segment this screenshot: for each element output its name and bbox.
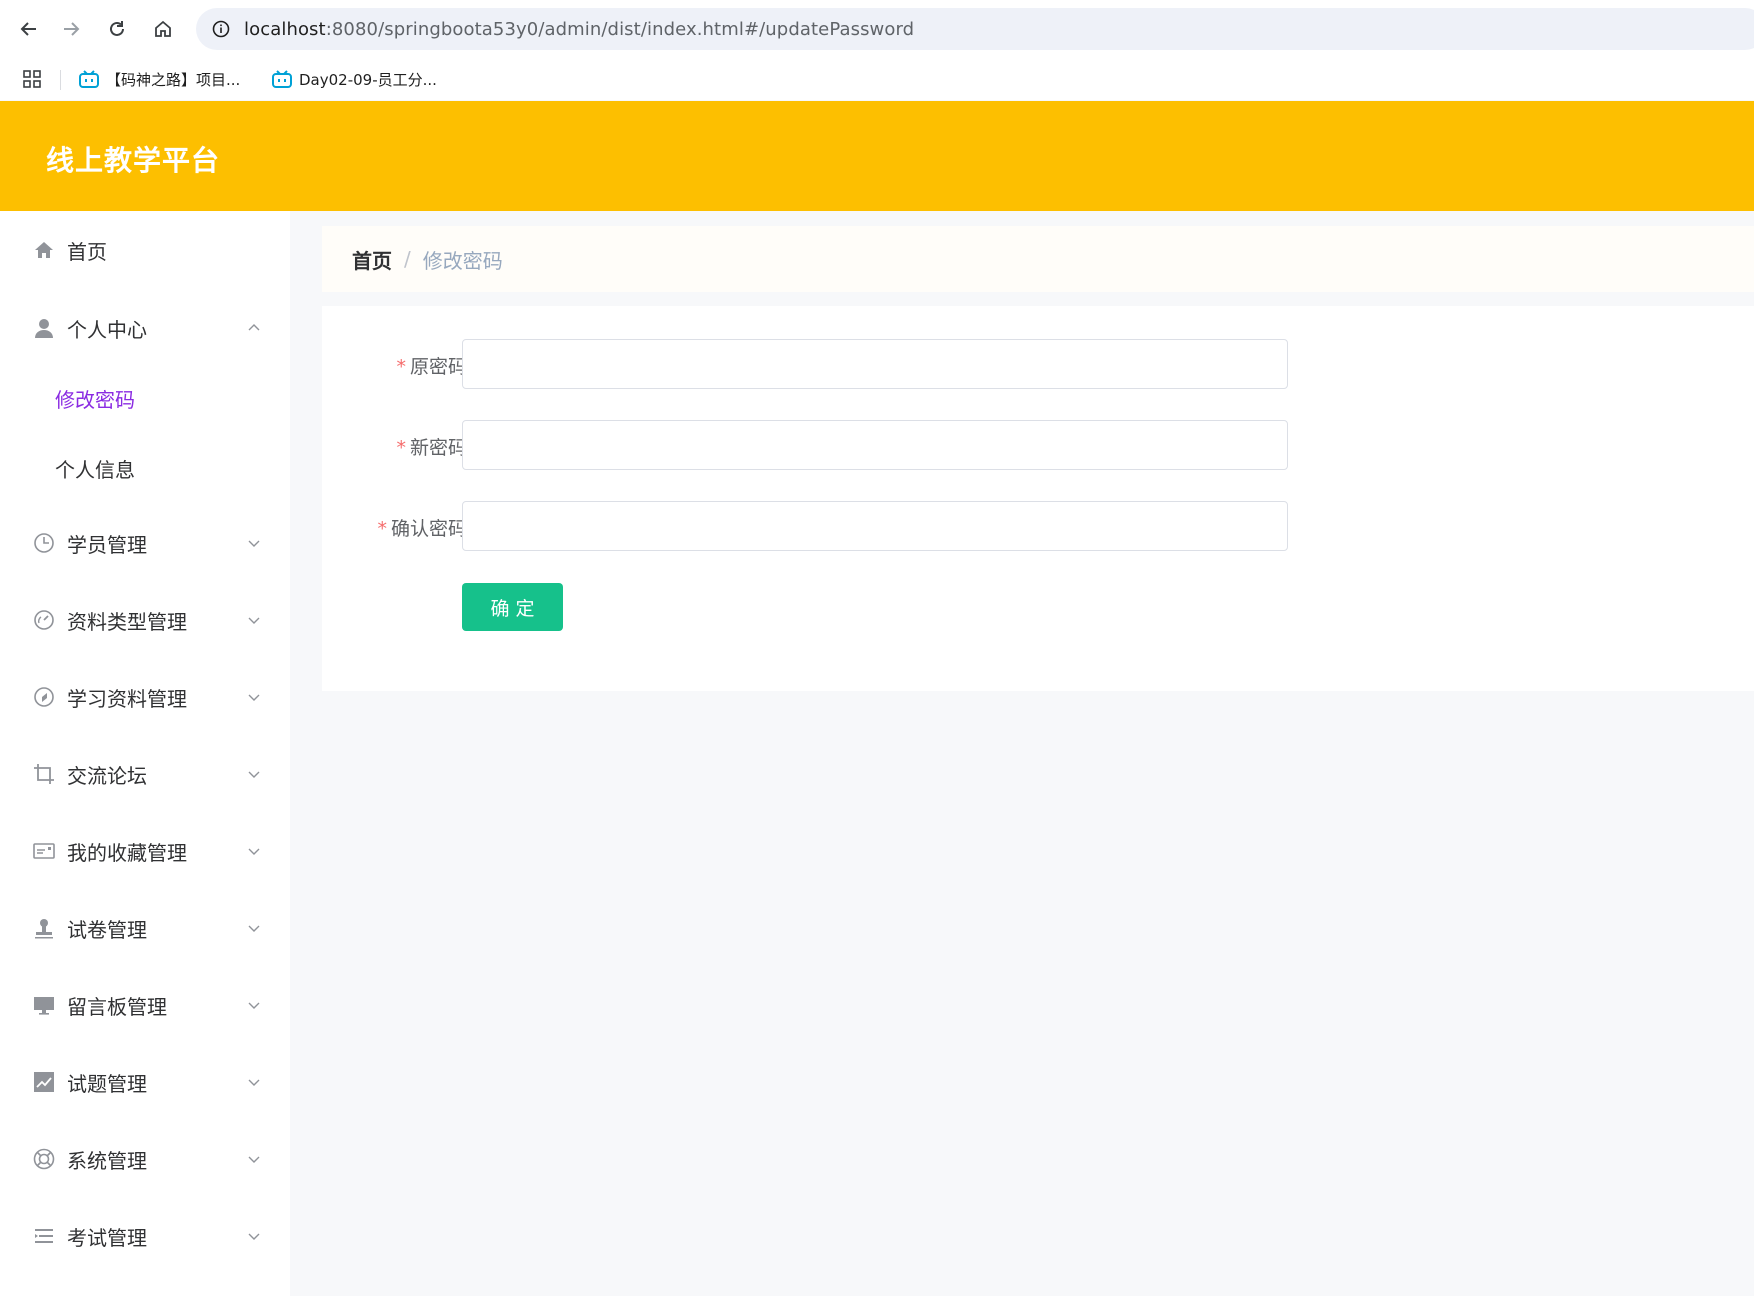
breadcrumb: 首页 / 修改密码 <box>322 226 1754 292</box>
sidebar-item-label: 留言板管理 <box>67 994 167 1019</box>
sidebar-item-system[interactable]: 系统管理 <box>0 1134 290 1184</box>
forward-arrow-icon <box>64 22 80 36</box>
sidebar-item-label: 我的收藏管理 <box>67 840 187 865</box>
sidebar-item-forum[interactable]: 交流论坛 <box>0 749 290 799</box>
sidebar-item-exams[interactable]: 考试管理 <box>0 1211 290 1261</box>
chevron-down-icon <box>248 771 260 778</box>
sidebar-item-label: 试卷管理 <box>67 917 147 942</box>
postcard-icon <box>32 839 56 863</box>
change-password-form: * 原密码 * 新密码 * 确认密码 确定 <box>322 306 1754 691</box>
form-row-old-password: * 原密码 <box>322 339 1754 389</box>
chevron-down-icon <box>248 925 260 932</box>
lifebuoy-icon <box>32 1147 56 1171</box>
bilibili-icon <box>78 69 100 89</box>
new-password-label-text: 新密码 <box>409 437 467 459</box>
required-mark: * <box>396 356 406 378</box>
url-path: :8080/springboota53y0/admin/dist/index.h… <box>325 18 915 40</box>
sidebar-item-material-types[interactable]: 资料类型管理 <box>0 595 290 645</box>
bookmark-2[interactable]: Day02-09-员工分... <box>271 66 437 92</box>
sidebar-item-personal-center[interactable]: 个人中心 <box>0 303 290 353</box>
sidebar-item-students[interactable]: 学员管理 <box>0 518 290 568</box>
back-arrow-icon <box>20 22 36 36</box>
reload-button[interactable] <box>102 14 132 44</box>
required-mark: * <box>396 437 406 459</box>
form-row-new-password: * 新密码 <box>322 420 1754 470</box>
browser-toolbar: localhost:8080/springboota53y0/admin/dis… <box>0 0 1754 58</box>
confirm-password-label-text: 确认密码 <box>390 518 467 540</box>
app-header: 线上教学平台 <box>0 101 1754 211</box>
sidebar-item-learning-materials[interactable]: 学习资料管理 <box>0 672 290 722</box>
bookmark-1-label: 【码神之路】项目... <box>106 70 241 89</box>
confirm-password-label: * 确认密码 <box>377 514 467 541</box>
app-title: 线上教学平台 <box>46 144 221 177</box>
address-bar[interactable]: localhost:8080/springboota53y0/admin/dis… <box>196 8 1754 50</box>
apps-grid-icon <box>23 70 41 88</box>
home-icon <box>32 238 56 262</box>
chevron-down-icon <box>248 617 260 624</box>
sidebar-item-label: 个人中心 <box>67 317 147 342</box>
sidebar-item-home[interactable]: 首页 <box>0 225 290 275</box>
sidebar-item-message-board[interactable]: 留言板管理 <box>0 980 290 1030</box>
breadcrumb-separator: / <box>404 247 411 271</box>
monitor-icon <box>32 993 56 1017</box>
home-button[interactable] <box>148 14 178 44</box>
back-button[interactable] <box>14 14 44 44</box>
chevron-down-icon <box>248 848 260 855</box>
sidebar-item-label: 试题管理 <box>67 1071 147 1096</box>
chevron-down-icon <box>248 1079 260 1086</box>
sidebar: 首页 个人中心 修改密码 个人信息 学员管理 资料类型管理 学习资料管理 交流论… <box>0 211 290 1296</box>
bookmark-2-label: Day02-09-员工分... <box>299 70 437 89</box>
chevron-down-icon <box>248 540 260 547</box>
gauge-icon <box>32 608 56 632</box>
bilibili-icon <box>271 69 293 89</box>
required-mark: * <box>377 518 387 540</box>
bookmarks-divider <box>60 70 61 90</box>
breadcrumb-current: 修改密码 <box>422 248 503 273</box>
chevron-down-icon <box>248 1002 260 1009</box>
new-password-label: * 新密码 <box>396 433 467 460</box>
url-host: localhost <box>244 18 326 40</box>
sidebar-item-label: 资料类型管理 <box>67 609 187 634</box>
forward-button[interactable] <box>56 14 86 44</box>
crop-icon <box>32 762 56 786</box>
submit-button[interactable]: 确定 <box>462 583 563 631</box>
chevron-down-icon <box>248 694 260 701</box>
chevron-down-icon <box>248 1156 260 1163</box>
sidebar-item-label: 首页 <box>67 239 107 264</box>
list-icon <box>32 1224 56 1248</box>
reload-icon <box>110 21 124 36</box>
chart-icon <box>32 1070 56 1094</box>
sidebar-subitem-label: 个人信息 <box>55 457 135 482</box>
compass-icon <box>32 685 56 709</box>
user-icon <box>32 316 56 340</box>
sidebar-subitem-personal-info[interactable]: 个人信息 <box>0 443 290 493</box>
sidebar-item-questions[interactable]: 试题管理 <box>0 1057 290 1107</box>
clock-icon <box>32 531 56 555</box>
site-info-icon <box>212 20 230 38</box>
url-text: localhost:8080/springboota53y0/admin/dis… <box>244 19 914 40</box>
breadcrumb-home[interactable]: 首页 <box>352 245 392 274</box>
sidebar-item-label: 学员管理 <box>67 532 147 557</box>
chevron-down-icon <box>248 1233 260 1240</box>
sidebar-subitem-label: 修改密码 <box>55 387 135 412</box>
form-row-confirm-password: * 确认密码 <box>322 501 1754 551</box>
stamp-icon <box>32 916 56 940</box>
sidebar-item-favorites[interactable]: 我的收藏管理 <box>0 826 290 876</box>
apps-button[interactable] <box>22 66 42 92</box>
old-password-input[interactable] <box>462 339 1288 389</box>
sidebar-subitem-change-password[interactable]: 修改密码 <box>0 373 290 423</box>
old-password-label-text: 原密码 <box>409 356 467 378</box>
sidebar-item-label: 交流论坛 <box>67 763 147 788</box>
old-password-label: * 原密码 <box>396 352 467 379</box>
chevron-up-icon <box>248 324 260 331</box>
bookmark-1[interactable]: 【码神之路】项目... <box>78 66 240 92</box>
sidebar-item-label: 考试管理 <box>67 1225 147 1250</box>
new-password-input[interactable] <box>462 420 1288 470</box>
confirm-password-input[interactable] <box>462 501 1288 551</box>
browser-home-icon <box>155 20 171 37</box>
sidebar-item-label: 系统管理 <box>67 1148 147 1173</box>
sidebar-item-label: 学习资料管理 <box>67 686 187 711</box>
sidebar-item-exam-papers[interactable]: 试卷管理 <box>0 903 290 953</box>
bookmarks-bar: 【码神之路】项目... Day02-09-员工分... <box>0 58 1754 100</box>
